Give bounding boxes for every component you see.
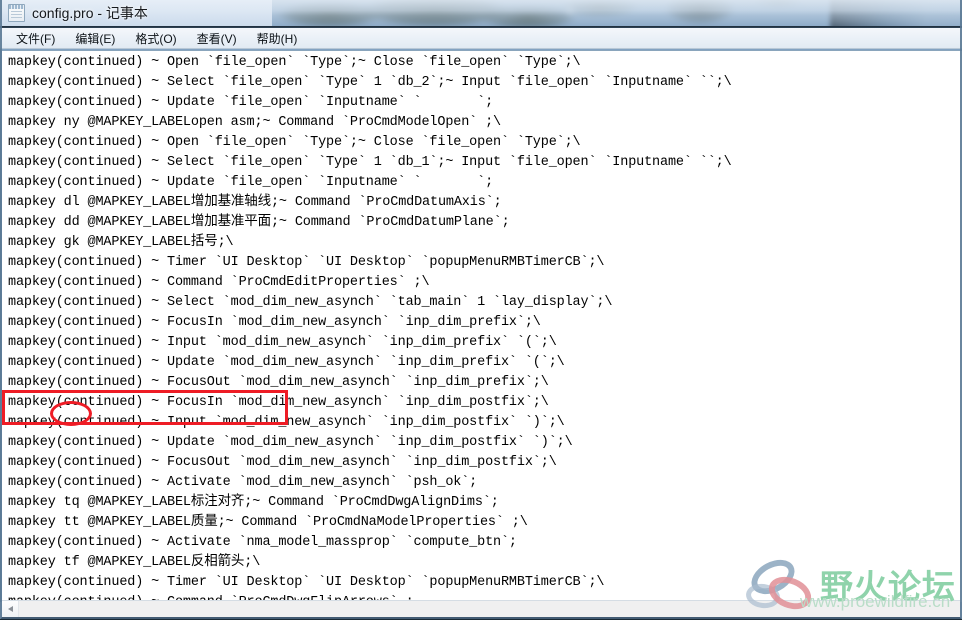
code-line: mapkey gk @MAPKEY_LABEL括号;\ bbox=[8, 235, 234, 250]
notepad-window: config.pro - 记事本 文件(F) 编辑(E) 格式(O) 查看(V)… bbox=[0, 0, 962, 620]
scroll-left-arrow-icon[interactable] bbox=[2, 601, 19, 618]
code-line: mapkey(continued) ~ Update `mod_dim_new_… bbox=[8, 355, 565, 370]
menu-item-file[interactable]: 文件(F) bbox=[6, 28, 65, 49]
code-line: mapkey(continued) ~ Input `mod_dim_new_a… bbox=[8, 335, 557, 350]
code-line: mapkey(continued) ~ Select `mod_dim_new_… bbox=[8, 295, 613, 310]
menu-item-edit[interactable]: 编辑(E) bbox=[65, 28, 125, 49]
code-line: mapkey ny @MAPKEY_LABELopen asm;~ Comman… bbox=[8, 115, 501, 130]
menu-item-view[interactable]: 查看(V) bbox=[187, 28, 247, 49]
horizontal-scrollbar[interactable] bbox=[2, 600, 960, 618]
menu-item-help[interactable]: 帮助(H) bbox=[247, 28, 308, 49]
menu-item-format[interactable]: 格式(O) bbox=[125, 28, 186, 49]
code-line: mapkey(continued) ~ Command `ProCmdEditP… bbox=[8, 275, 430, 290]
code-line: mapkey tq @MAPKEY_LABEL标注对齐;~ Command `P… bbox=[8, 495, 499, 510]
code-line: mapkey(continued) ~ Timer `UI Desktop` `… bbox=[8, 255, 605, 270]
code-line: mapkey(continued) ~ Open `file_open` `Ty… bbox=[8, 55, 581, 70]
code-line: mapkey(continued) ~ Timer `UI Desktop` `… bbox=[8, 575, 605, 590]
window-title: config.pro - 记事本 bbox=[32, 5, 148, 21]
code-line: mapkey(continued) ~ Select `file_open` `… bbox=[8, 155, 732, 170]
code-line: mapkey tt @MAPKEY_LABEL质量;~ Command `Pro… bbox=[8, 515, 528, 530]
code-line: mapkey dl @MAPKEY_LABEL增加基准轴线;~ Command … bbox=[8, 195, 502, 210]
code-line: mapkey(continued) ~ Input `mod_dim_new_a… bbox=[8, 415, 565, 430]
code-line: mapkey(continued) ~ FocusOut `mod_dim_ne… bbox=[8, 455, 557, 470]
code-line: mapkey(continued) ~ FocusIn `mod_dim_new… bbox=[8, 395, 549, 410]
code-line: mapkey(continued) ~ Update `mod_dim_new_… bbox=[8, 435, 573, 450]
menu-bar: 文件(F) 编辑(E) 格式(O) 查看(V) 帮助(H) bbox=[0, 28, 962, 49]
code-line: mapkey(continued) ~ Activate `mod_dim_ne… bbox=[8, 475, 478, 490]
code-line: mapkey(continued) ~ Select `file_open` `… bbox=[8, 75, 732, 90]
code-line: mapkey(continued) ~ Update `file_open` `… bbox=[8, 95, 494, 110]
code-line: mapkey(continued) ~ FocusOut `mod_dim_ne… bbox=[8, 375, 549, 390]
text-editor-area[interactable]: mapkey(continued) ~ Open `file_open` `Ty… bbox=[0, 50, 962, 602]
title-bar[interactable]: config.pro - 记事本 bbox=[0, 0, 962, 26]
code-line: mapkey(continued) ~ FocusIn `mod_dim_new… bbox=[8, 315, 541, 330]
code-line: mapkey(continued) ~ Activate `nma_model_… bbox=[8, 535, 517, 550]
text-content[interactable]: mapkey(continued) ~ Open `file_open` `Ty… bbox=[8, 53, 958, 601]
code-line: mapkey(continued) ~ Update `file_open` `… bbox=[8, 175, 494, 190]
code-line: mapkey dd @MAPKEY_LABEL增加基准平面;~ Command … bbox=[8, 215, 510, 230]
code-line: mapkey(continued) ~ Open `file_open` `Ty… bbox=[8, 135, 581, 150]
notepad-icon bbox=[8, 4, 25, 22]
code-line: mapkey tf @MAPKEY_LABEL反相箭头;\ bbox=[8, 555, 261, 570]
